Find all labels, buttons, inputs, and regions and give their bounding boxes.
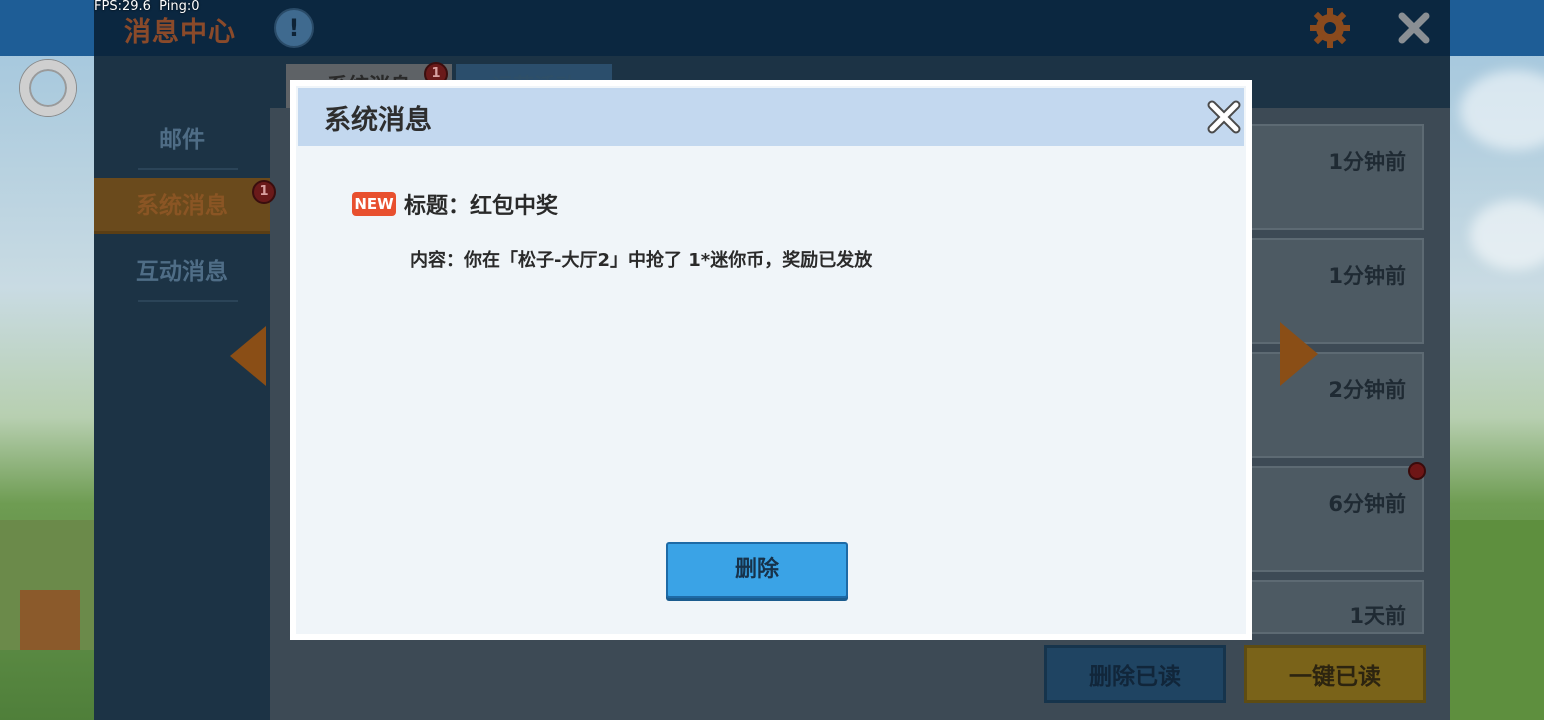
message-body: 内容：你在「松子-大厅2」中抢了 1*迷你币，奖励已发放: [410, 250, 873, 271]
mark-all-read-button[interactable]: 一键已读: [1244, 645, 1426, 703]
dialog-header: 系统消息: [298, 88, 1244, 146]
prev-arrow-icon[interactable]: [230, 326, 266, 386]
message-time: 6分钟前: [1328, 492, 1406, 516]
next-arrow-icon[interactable]: [1280, 322, 1318, 386]
divider: [138, 168, 238, 170]
sidebar-item-mail[interactable]: 邮件: [94, 112, 270, 168]
sidebar: 邮件 系统消息 1 互动消息: [94, 100, 276, 720]
list-item[interactable]: 1分钟前: [1240, 238, 1424, 344]
divider: [138, 300, 238, 302]
record-ring-icon[interactable]: [20, 60, 76, 116]
fps-readout: FPS:29.6 Ping:0: [94, 0, 200, 14]
gear-icon[interactable]: [1308, 6, 1352, 50]
close-icon[interactable]: [1394, 8, 1434, 48]
list-item[interactable]: 1天前: [1240, 580, 1424, 634]
list-item[interactable]: 6分钟前: [1240, 466, 1424, 572]
list-item[interactable]: 1分钟前: [1240, 124, 1424, 230]
message-time: 1分钟前: [1328, 264, 1406, 288]
list-item[interactable]: 2分钟前: [1240, 352, 1424, 458]
message-time: 2分钟前: [1328, 378, 1406, 402]
close-icon[interactable]: [1204, 97, 1244, 137]
delete-read-button[interactable]: 删除已读: [1044, 645, 1226, 703]
unread-dot: [1408, 462, 1426, 480]
sidebar-item-system-messages[interactable]: 系统消息: [94, 178, 270, 234]
exclamation-icon[interactable]: !: [274, 8, 314, 48]
system-message-dialog: 系统消息 NEW 标题：红包中奖 内容：你在「松子-大厅2」中抢了 1*迷你币，…: [290, 80, 1252, 640]
sidebar-item-interactions[interactable]: 互动消息: [94, 244, 270, 300]
page-title: 消息中心: [124, 17, 236, 48]
dialog-title: 系统消息: [324, 105, 432, 136]
message-title: 标题：红包中奖: [404, 194, 559, 219]
new-badge: NEW: [352, 192, 396, 216]
delete-button[interactable]: 删除: [666, 542, 848, 598]
sidebar-badge: 1: [252, 180, 276, 204]
message-time: 1分钟前: [1328, 150, 1406, 174]
message-time: 1天前: [1349, 604, 1406, 628]
